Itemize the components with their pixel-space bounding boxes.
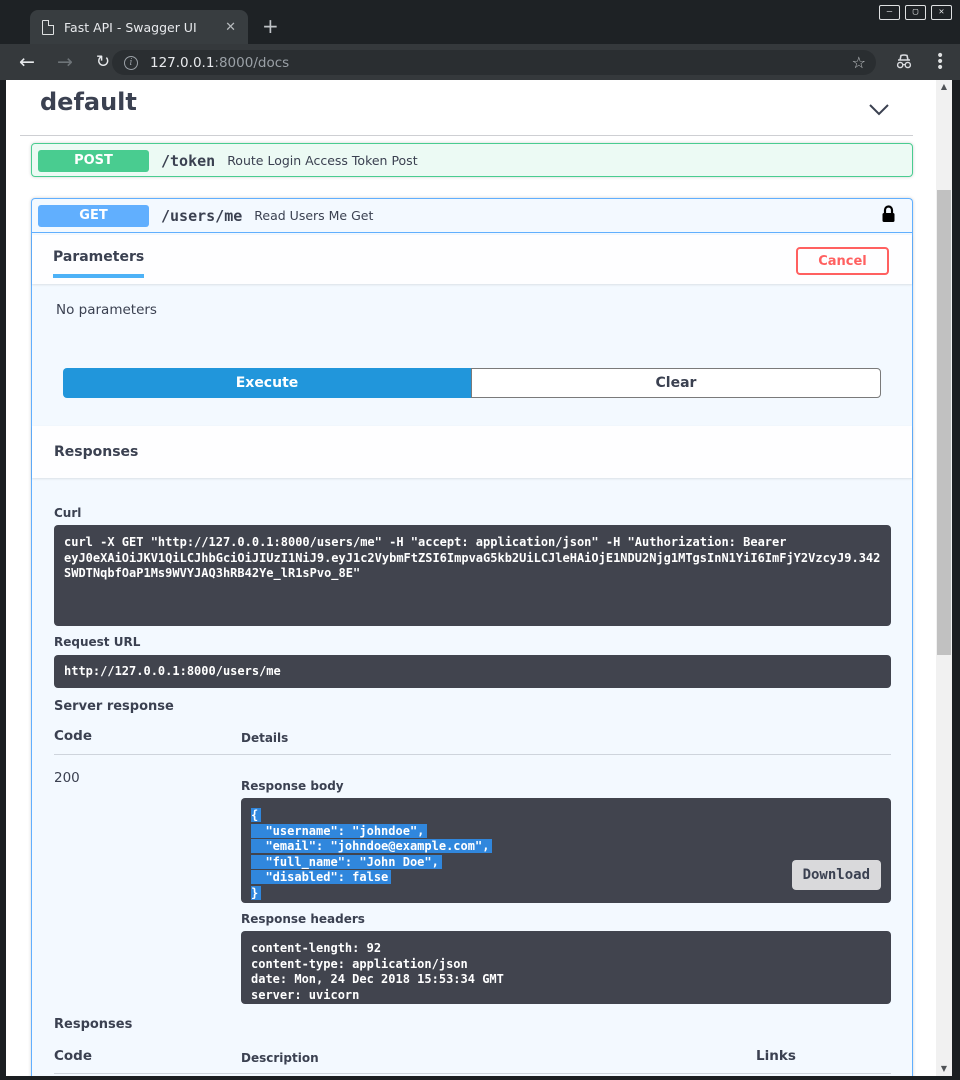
responses-title: Responses bbox=[54, 444, 138, 460]
tab-parameters[interactable]: Parameters bbox=[53, 249, 144, 278]
execute-button[interactable]: Execute bbox=[63, 368, 471, 398]
post-method-badge: POST bbox=[38, 150, 149, 172]
response-body-label: Response body bbox=[241, 779, 344, 793]
close-button[interactable]: ✕ bbox=[931, 5, 952, 20]
tab-title: Fast API - Swagger UI bbox=[64, 20, 221, 35]
server-response-code-header: Code bbox=[54, 728, 92, 744]
swagger-page: default POST /token Route Login Access T… bbox=[6, 80, 936, 1076]
url-path: :8000/docs bbox=[214, 55, 289, 71]
table-divider bbox=[54, 1073, 891, 1074]
browser-menu-icon[interactable]: ••• bbox=[936, 53, 942, 71]
response-header-line: server: uvicorn bbox=[251, 988, 881, 1004]
curl-command[interactable]: curl -X GET "http://127.0.0.1:8000/users… bbox=[54, 525, 891, 626]
no-parameters-text: No parameters bbox=[56, 302, 157, 318]
request-url-label: Request URL bbox=[54, 635, 140, 649]
scrollbar-thumb[interactable] bbox=[937, 190, 951, 655]
maximize-button[interactable]: ▢ bbox=[905, 5, 926, 20]
response-body-line: "email": "johndoe@example.com", bbox=[251, 839, 492, 853]
url-input[interactable]: i 127.0.0.1:8000/docs ☆ bbox=[112, 50, 876, 75]
forward-icon[interactable]: → bbox=[54, 51, 76, 73]
scroll-down-icon[interactable]: ▼ bbox=[936, 1062, 952, 1076]
response-body-line: { bbox=[251, 808, 261, 822]
request-url-value: http://127.0.0.1:8000/users/me bbox=[54, 655, 891, 688]
server-response-details-header: Details bbox=[241, 731, 288, 745]
table-divider bbox=[54, 754, 891, 755]
response-headers: content-length: 92 content-type: applica… bbox=[241, 931, 891, 1004]
response-headers-label: Response headers bbox=[241, 912, 365, 926]
response-body-line: "disabled": false bbox=[251, 870, 391, 884]
auth-lock-icon[interactable] bbox=[881, 205, 896, 227]
new-tab-button[interactable]: + bbox=[262, 14, 279, 38]
response-body-line: "username": "johndoe", bbox=[251, 824, 427, 838]
responses-section-header: Responses bbox=[32, 426, 912, 478]
chevron-down-icon[interactable] bbox=[868, 102, 890, 121]
post-endpoint-path: /token bbox=[161, 152, 215, 170]
doc-links-header: Links bbox=[756, 1048, 796, 1064]
response-body-line: } bbox=[251, 886, 261, 900]
minimize-button[interactable]: — bbox=[879, 5, 900, 20]
response-header-line: content-type: application/json bbox=[251, 957, 881, 973]
response-header-line: content-length: 92 bbox=[251, 941, 881, 957]
status-code: 200 bbox=[54, 770, 80, 786]
parameters-header: Parameters Cancel bbox=[32, 235, 912, 284]
get-method-badge: GET bbox=[38, 205, 149, 227]
reload-icon[interactable]: ↻ bbox=[92, 52, 114, 72]
doc-code-header: Code bbox=[54, 1048, 92, 1064]
incognito-icon bbox=[894, 54, 914, 74]
curl-label: Curl bbox=[54, 506, 81, 520]
scroll-up-icon[interactable]: ▲ bbox=[936, 80, 952, 94]
window-border bbox=[952, 80, 960, 1080]
url-host: 127.0.0.1 bbox=[150, 55, 214, 71]
section-divider bbox=[20, 135, 913, 136]
clear-button[interactable]: Clear bbox=[471, 368, 881, 398]
browser-addressbar: ← → ↻ i 127.0.0.1:8000/docs ☆ ••• bbox=[0, 44, 960, 80]
server-response-title: Server response bbox=[54, 699, 174, 714]
back-icon[interactable]: ← bbox=[16, 51, 38, 73]
tab-close-icon[interactable]: ✕ bbox=[221, 20, 240, 35]
bookmark-star-icon[interactable]: ☆ bbox=[852, 53, 866, 72]
endpoint-post-token[interactable]: POST /token Route Login Access Token Pos… bbox=[31, 143, 913, 177]
post-endpoint-summary: Route Login Access Token Post bbox=[227, 153, 417, 168]
page-scrollbar[interactable]: ▲ ▼ bbox=[936, 80, 952, 1076]
cancel-button[interactable]: Cancel bbox=[796, 247, 889, 275]
browser-tab[interactable]: Fast API - Swagger UI ✕ bbox=[30, 10, 248, 44]
get-endpoint-header[interactable]: GET /users/me Read Users Me Get bbox=[32, 199, 912, 233]
response-body[interactable]: { "username": "johndoe", "email": "johnd… bbox=[241, 798, 891, 903]
download-button[interactable]: Download bbox=[792, 860, 881, 890]
browser-titlebar: Fast API - Swagger UI ✕ + — ▢ ✕ bbox=[0, 0, 960, 44]
response-body-line: "full_name": "John Doe", bbox=[251, 855, 442, 869]
response-header-line: date: Mon, 24 Dec 2018 15:53:34 GMT bbox=[251, 972, 881, 988]
page-icon bbox=[42, 20, 54, 35]
get-endpoint-summary: Read Users Me Get bbox=[254, 208, 373, 223]
documented-responses-title: Responses bbox=[54, 1017, 132, 1032]
doc-description-header: Description bbox=[241, 1051, 319, 1065]
page-info-icon[interactable]: i bbox=[124, 56, 138, 70]
api-section-title[interactable]: default bbox=[40, 88, 137, 116]
endpoint-get-users-me: GET /users/me Read Users Me Get Paramete… bbox=[31, 198, 913, 1076]
get-endpoint-path: /users/me bbox=[161, 207, 242, 225]
